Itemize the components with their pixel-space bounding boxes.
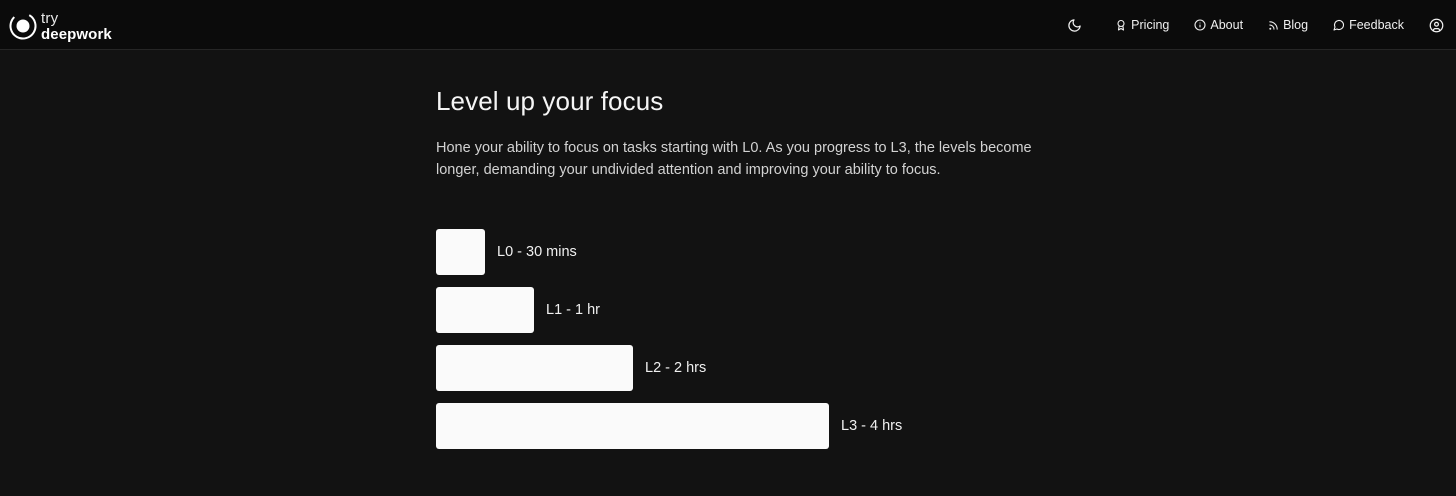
main-nav: Pricing About Blog Feedback (1067, 0, 1456, 50)
account-button[interactable] (1429, 18, 1444, 33)
nav-about-link[interactable]: About (1194, 18, 1243, 32)
brand-line-1: try (41, 9, 59, 27)
page-description: Hone your ability to focus on tasks star… (436, 140, 1032, 178)
page-title: Level up your focus (436, 86, 664, 116)
theme-toggle-button[interactable] (1067, 18, 1082, 33)
nav-blog-label: Blog (1283, 18, 1309, 32)
level-bar-l2[interactable] (436, 345, 633, 391)
deepwork-logo-icon (9, 12, 37, 40)
badge-icon (1117, 19, 1125, 31)
nav-feedback-label: Feedback (1349, 18, 1404, 32)
moon-icon (1068, 18, 1081, 32)
chat-bubble-icon (1333, 20, 1345, 31)
top-navigation-bar: try deepwork Pricing About Blog Feedback (0, 0, 1456, 50)
user-circle-icon (1429, 18, 1444, 32)
brand-line-2: deepwork (41, 25, 112, 43)
level-row-l0: L0 - 30 mins (436, 229, 577, 275)
main-content: Level up your focus Hone your ability to… (436, 86, 1056, 449)
level-row-l2: L2 - 2 hrs (436, 345, 706, 391)
level-row-l1: L1 - 1 hr (436, 287, 600, 333)
nav-pricing-link[interactable]: Pricing (1115, 18, 1169, 32)
brand-wordmark: try deepwork (41, 11, 112, 42)
level-row-l3: L3 - 4 hrs (436, 403, 902, 449)
home-logo-link[interactable]: try deepwork (9, 10, 112, 42)
level-label-l2: L2 - 2 hrs (645, 360, 707, 376)
level-label-l3: L3 - 4 hrs (841, 418, 903, 434)
level-bar-l3[interactable] (436, 403, 829, 449)
rss-icon (1269, 20, 1278, 30)
info-icon (1194, 19, 1206, 31)
level-bar-l1[interactable] (436, 287, 534, 333)
nav-about-label: About (1210, 18, 1244, 32)
level-bar-l0[interactable] (436, 229, 485, 275)
level-label-l0: L0 - 30 mins (497, 244, 577, 260)
nav-blog-link[interactable]: Blog (1268, 18, 1308, 32)
nav-feedback-link[interactable]: Feedback (1333, 18, 1404, 32)
level-label-l1: L1 - 1 hr (546, 302, 600, 318)
nav-pricing-label: Pricing (1131, 18, 1170, 32)
